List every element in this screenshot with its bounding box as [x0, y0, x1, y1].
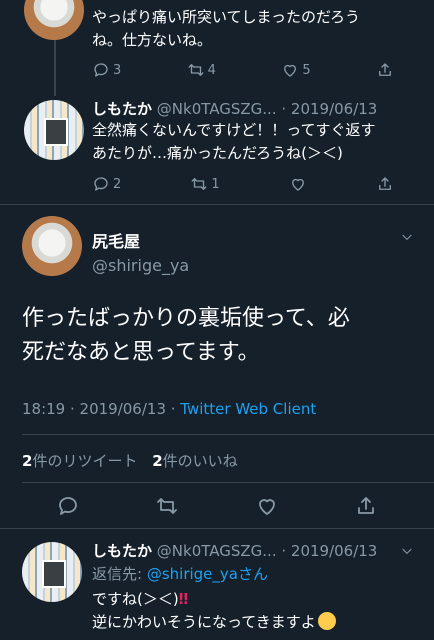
like-button[interactable] [289, 175, 307, 193]
like-button[interactable]: 5 [281, 61, 311, 79]
tweet-1[interactable]: やっぱり痛い所突いてしまったのだろう ね。仕方ないね。 [92, 6, 422, 52]
like-stat[interactable]: 2件のいいね [152, 452, 237, 470]
reply-button[interactable]: 3 [92, 61, 121, 79]
like-count: 5 [302, 62, 311, 78]
tweet-text: ですね(＞＜) [92, 590, 179, 608]
tweet-meta: 18:19 · 2019/06/13 · Twitter Web Client [22, 400, 316, 418]
tweet-2[interactable]: しもたか @Nk0TAGSZG... · 2019/06/13 全然痛くないんで… [92, 98, 422, 165]
heart-icon [291, 178, 304, 191]
tweet-3[interactable]: しもたか @Nk0TAGSZG... · 2019/06/13 返信先: @sh… [92, 540, 422, 634]
chevron-down-icon[interactable] [400, 230, 414, 244]
divider [22, 482, 434, 483]
retweet-icon [191, 178, 207, 190]
reply-to-suffix: さん [237, 565, 268, 583]
display-name: 尻毛屋 [92, 232, 141, 251]
retweet-count: 4 [207, 62, 216, 78]
share-button[interactable] [376, 61, 394, 79]
tweet-text-line: 逆にかわいそうになってきますよ [92, 611, 422, 634]
retweet-total: 2 [22, 452, 33, 470]
retweet-stat-label: 件のリツイート [32, 452, 138, 470]
retweet-stat[interactable]: 2件のリツイート [22, 452, 137, 470]
display-name: しもたか [92, 100, 153, 118]
reply-count: 3 [113, 62, 122, 78]
tweet-text-line: ね。仕方ないね。 [92, 31, 213, 49]
like-stat-label: 件のいいね [162, 452, 238, 470]
weary-face-icon [317, 612, 336, 630]
share-icon [379, 177, 391, 190]
heart-icon[interactable] [255, 494, 279, 518]
reply-icon [94, 63, 108, 77]
retweet-button[interactable]: 4 [187, 61, 216, 79]
reply-count: 2 [113, 176, 122, 192]
chevron-down-icon[interactable] [400, 544, 414, 558]
main-tweet-actions [56, 494, 378, 518]
divider [22, 434, 434, 435]
tweet-text-line: あたりが…痛かったんだろうね(＞＜) [92, 144, 343, 162]
divider [0, 528, 434, 529]
handle: @shirige_ya [92, 256, 190, 275]
avatar[interactable] [22, 216, 82, 276]
tweet-text-line: 全然痛くないんですけど！！ってすぐ返す [92, 121, 376, 139]
divider [0, 204, 434, 205]
display-name: しもたか [92, 542, 153, 560]
retweet-count: 1 [211, 176, 220, 192]
share-icon[interactable] [354, 494, 378, 518]
like-total: 2 [152, 452, 163, 470]
reply-to-prefix: 返信先: [92, 565, 147, 583]
retweet-button[interactable]: 1 [190, 175, 220, 193]
avatar[interactable] [24, 0, 84, 40]
tweet-text-line: 死だなあと思ってます。 [22, 340, 260, 365]
reply-icon[interactable] [56, 494, 80, 518]
tweet-actions: 2 1 [92, 174, 394, 194]
tweet-text: 逆にかわいそうになってきますよ [92, 613, 316, 631]
main-tweet-text: 作ったばっかりの裏垢使って、必 死だなあと思ってます。 [22, 302, 422, 370]
retweet-icon[interactable] [155, 494, 179, 518]
author-block[interactable]: 尻毛屋 @shirige_ya [92, 228, 189, 275]
reply-icon [94, 177, 108, 191]
reply-button[interactable]: 2 [92, 175, 121, 193]
tweet-text-line: やっぱり痛い所突いてしまったのだろう [92, 8, 361, 26]
tweet-text-line: 作ったばっかりの裏垢使って、必 [22, 306, 350, 331]
heart-icon [284, 64, 297, 77]
avatar[interactable] [22, 542, 82, 602]
handle-and-date: @Nk0TAGSZG... · 2019/06/13 [156, 100, 378, 118]
retweet-icon [188, 64, 204, 76]
client-link[interactable]: Twitter Web Client [180, 400, 316, 418]
reply-to-link[interactable]: @shirige_ya [147, 565, 238, 583]
share-button[interactable] [376, 175, 394, 193]
double-exclamation-icon: ‼ [178, 590, 189, 608]
handle-and-date: @Nk0TAGSZG... · 2019/06/13 [156, 542, 378, 560]
timestamp[interactable]: 18:19 · 2019/06/13 · [22, 400, 180, 418]
tweet-text-line: ですね(＞＜)‼ [92, 588, 422, 611]
avatar[interactable] [24, 100, 84, 160]
share-icon [379, 63, 391, 76]
tweet-actions: 3 4 5 [92, 60, 394, 80]
engagement-stats: 2件のリツイート 2件のいいね [22, 450, 238, 471]
